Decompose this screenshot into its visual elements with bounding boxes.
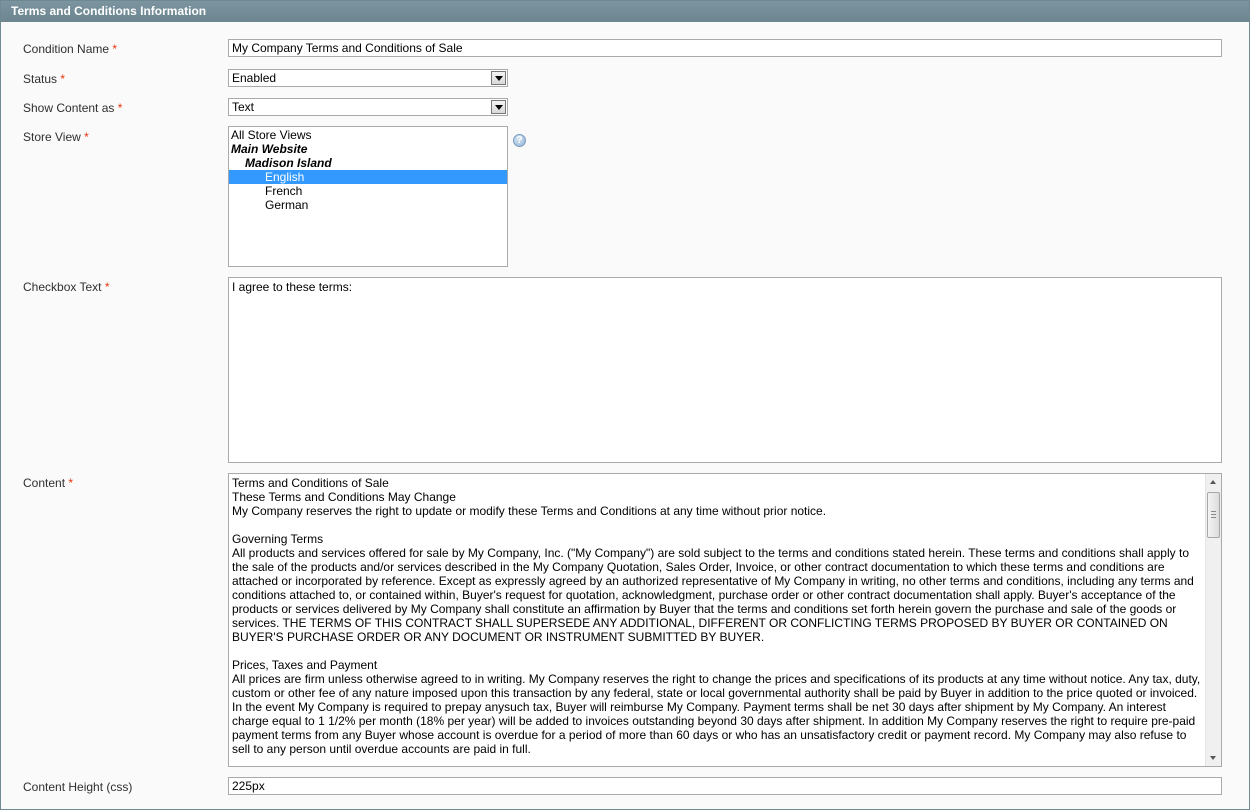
show-content-as-select[interactable]: Text bbox=[228, 98, 508, 116]
scroll-down-arrow-icon[interactable] bbox=[1210, 756, 1216, 760]
status-label-text: Status bbox=[23, 72, 58, 86]
content-text: Terms and Conditions of Sale These Terms… bbox=[232, 476, 1201, 756]
scrollbar-thumb[interactable] bbox=[1207, 492, 1220, 538]
required-marker: * bbox=[68, 476, 74, 490]
store-view-multiselect[interactable]: All Store Views Main Website Madison Isl… bbox=[228, 126, 508, 267]
chevron-down-icon[interactable] bbox=[491, 100, 506, 114]
required-marker: * bbox=[112, 42, 118, 56]
terms-form-panel: Terms and Conditions Information Conditi… bbox=[0, 0, 1250, 810]
content-label-text: Content bbox=[23, 476, 66, 490]
condition-name-input[interactable]: My Company Terms and Conditions of Sale bbox=[228, 39, 1222, 57]
status-select[interactable]: Enabled bbox=[228, 69, 508, 87]
store-view-label: Store View * bbox=[23, 130, 89, 144]
content-height-label: Content Height (css) bbox=[23, 780, 132, 794]
status-label: Status * bbox=[23, 72, 65, 86]
chevron-down-icon[interactable] bbox=[491, 71, 506, 85]
required-marker: * bbox=[60, 72, 66, 86]
checkbox-text-value: I agree to these terms: bbox=[232, 280, 353, 294]
condition-name-label: Condition Name * bbox=[23, 42, 117, 56]
checkbox-text-textarea[interactable]: I agree to these terms: bbox=[228, 277, 1222, 463]
content-scrollbar[interactable] bbox=[1205, 474, 1221, 766]
store-view-group-madison-island: Madison Island bbox=[245, 156, 332, 170]
help-icon[interactable]: ? bbox=[513, 134, 526, 147]
grip-line bbox=[1211, 514, 1216, 515]
required-marker: * bbox=[104, 280, 110, 294]
show-content-as-label-text: Show Content as bbox=[23, 101, 115, 115]
grip-line bbox=[1211, 517, 1216, 518]
status-select-value: Enabled bbox=[232, 71, 277, 85]
store-view-option-german[interactable]: German bbox=[229, 198, 507, 212]
content-label: Content * bbox=[23, 476, 73, 490]
content-height-label-text: Content Height (css) bbox=[23, 780, 133, 794]
store-view-option-all[interactable]: All Store Views bbox=[229, 128, 507, 142]
store-view-option-english[interactable]: English bbox=[229, 170, 507, 184]
show-content-as-label: Show Content as * bbox=[23, 101, 122, 115]
section-header: Terms and Conditions Information bbox=[1, 1, 1249, 22]
condition-name-label-text: Condition Name bbox=[23, 42, 110, 56]
required-marker: * bbox=[117, 101, 123, 115]
checkbox-text-label-text: Checkbox Text bbox=[23, 280, 102, 294]
store-view-label-text: Store View bbox=[23, 130, 81, 144]
scroll-up-arrow-icon[interactable] bbox=[1210, 480, 1216, 484]
content-height-input[interactable]: 225px bbox=[228, 777, 1222, 795]
grip-line bbox=[1211, 511, 1216, 512]
store-view-option-french[interactable]: French bbox=[229, 184, 507, 198]
checkbox-text-label: Checkbox Text * bbox=[23, 280, 110, 294]
content-textarea[interactable]: Terms and Conditions of Sale These Terms… bbox=[228, 473, 1222, 767]
required-marker: * bbox=[84, 130, 89, 144]
show-content-as-select-value: Text bbox=[232, 100, 255, 114]
store-view-group-main-website: Main Website bbox=[231, 142, 308, 156]
